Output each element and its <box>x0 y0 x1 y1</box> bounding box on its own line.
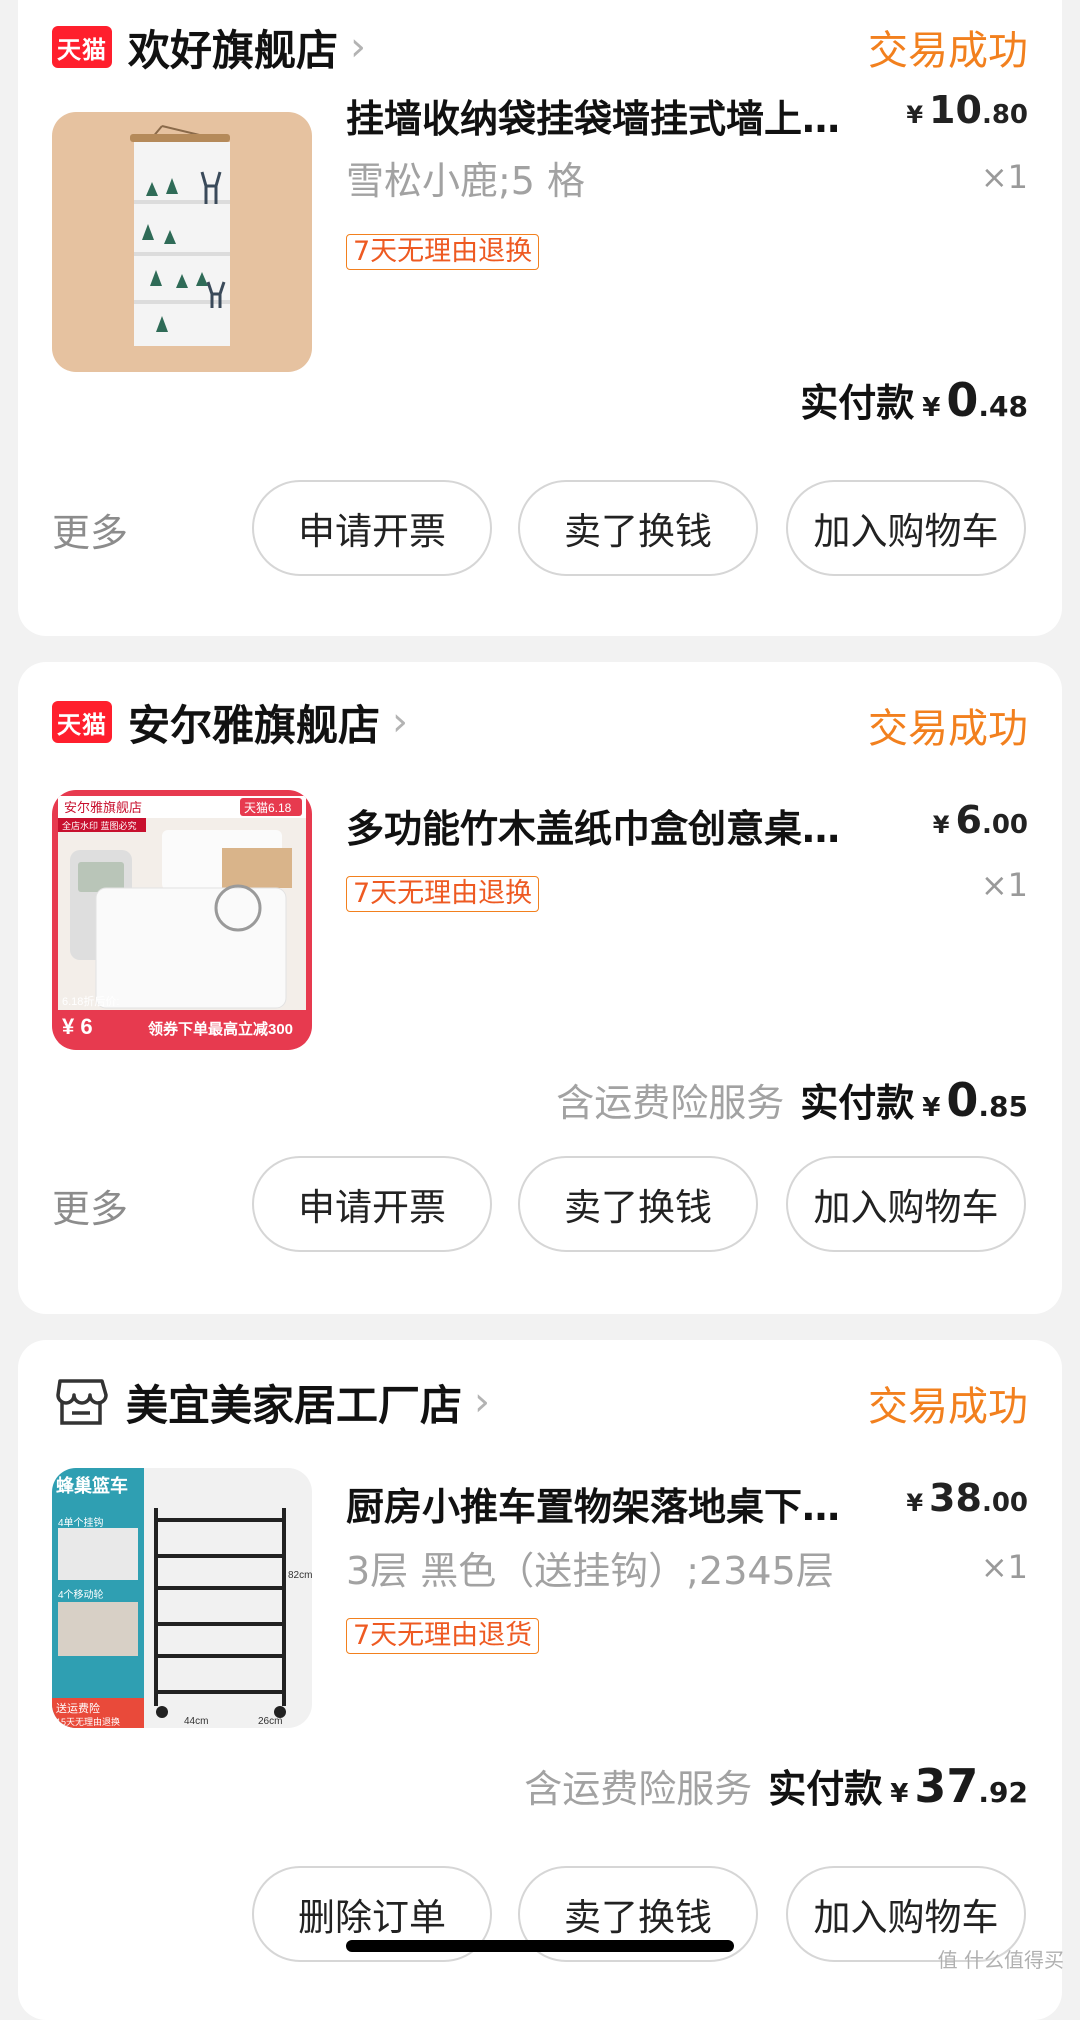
paid-currency: ¥ <box>922 1093 941 1123</box>
paid-integer: 0 <box>946 1073 979 1127</box>
thumb-dim-height: 82cm <box>288 1570 312 1581</box>
product-image[interactable]: 安尔雅旗舰店 天猫6.18 全店水印 蓝图必究 6.18折后价: ¥ 6 领券下… <box>52 790 312 1050</box>
paid-decimal: .48 <box>978 390 1028 423</box>
item-spec: 雪松小鹿;5 格 <box>346 159 586 203</box>
order-card-1: 天猫 欢好旗舰店 › 交易成功 挂墙收纳袋挂袋墙挂式墙上… ¥ 10.80 雪松… <box>18 0 1062 636</box>
store-name[interactable]: 美宜美家居工厂店 <box>126 1372 462 1433</box>
thumb-wheels-text: 4个移动轮 <box>58 1588 104 1601</box>
item-quantity: ×1 <box>980 866 1028 904</box>
price-decimal: .00 <box>981 810 1028 840</box>
item-title[interactable]: 挂墙收纳袋挂袋墙挂式墙上… <box>346 88 886 143</box>
thumb-dim-width: 44cm <box>184 1716 208 1727</box>
add-to-cart-button[interactable]: 加入购物车 <box>786 1156 1026 1252</box>
more-link[interactable]: 更多 <box>52 502 128 557</box>
paid-label: 实付款 <box>800 381 915 425</box>
paid-decimal: .92 <box>978 1776 1028 1809</box>
home-indicator[interactable] <box>346 1940 734 1952</box>
currency-symbol: ¥ <box>932 811 950 839</box>
paid-currency: ¥ <box>890 1779 909 1809</box>
chevron-right-icon: › <box>350 24 367 70</box>
store-row[interactable]: 天猫 安尔雅旗舰店 › <box>52 692 408 752</box>
thumb-ship-text: 送运费险 <box>56 1701 100 1715</box>
thumb-dim-depth: 26cm <box>258 1716 282 1727</box>
item-price: ¥10.80 <box>906 88 1028 132</box>
order-status: 交易成功 <box>868 706 1028 752</box>
chevron-right-icon: › <box>474 1379 491 1425</box>
resell-button[interactable]: 卖了换钱 <box>518 1156 758 1252</box>
store-row[interactable]: 天猫 欢好旗舰店 › <box>52 17 366 77</box>
chevron-right-icon: › <box>392 699 409 745</box>
item-quantity: ×1 <box>980 158 1028 196</box>
paid-amount-row: 实付款 ¥ 0 .48 <box>800 372 1028 427</box>
item-title[interactable]: 多功能竹木盖纸巾盒创意桌… <box>346 798 886 853</box>
item-spec: 3层 黑色（送挂钩）;2345层 <box>346 1549 834 1593</box>
price-integer: 10 <box>929 88 982 132</box>
order-status: 交易成功 <box>868 1384 1028 1430</box>
thumb-banner-text: 领券下单最高立减300 <box>147 1020 293 1038</box>
more-link[interactable]: 更多 <box>52 1178 128 1233</box>
return-policy-tag: 7天无理由退货 <box>346 1618 540 1654</box>
thumb-promo-text: 全店水印 蓝图必究 <box>62 820 137 831</box>
add-to-cart-button[interactable]: 加入购物车 <box>786 480 1026 576</box>
paid-decimal: .85 <box>978 1090 1028 1123</box>
thumb-after-label: 6.18折后价: <box>62 994 119 1008</box>
item-price: ¥6.00 <box>933 798 1028 842</box>
thumb-after-price: ¥ 6 <box>62 1014 93 1039</box>
currency-symbol: ¥ <box>906 1489 924 1517</box>
shipping-insurance-label: 含运费险服务 <box>556 1081 785 1125</box>
invoice-button[interactable]: 申请开票 <box>252 1156 492 1252</box>
item-quantity: ×1 <box>980 1548 1028 1586</box>
thumb-store-text: 安尔雅旗舰店 <box>64 800 142 815</box>
thumb-refund-text: 15天无理由退换 <box>56 1716 120 1727</box>
order-card-3: 美宜美家居工厂店 › 交易成功 蜂巢篮车 4单个挂钩 4个移动轮 送运费险 15… <box>18 1340 1062 2020</box>
price-decimal: .80 <box>981 100 1028 130</box>
product-image[interactable] <box>52 112 312 372</box>
thumb-badge-text: 天猫6.18 <box>244 801 292 815</box>
currency-symbol: ¥ <box>906 101 924 129</box>
tmall-logo-icon: 天猫 <box>52 26 112 68</box>
return-policy-tag: 7天无理由退换 <box>346 876 540 912</box>
store-name[interactable]: 欢好旗舰店 <box>128 17 338 78</box>
paid-label: 实付款 <box>800 1081 915 1125</box>
resell-button[interactable]: 卖了换钱 <box>518 480 758 576</box>
item-price: ¥38.00 <box>906 1476 1028 1520</box>
store-name[interactable]: 安尔雅旗舰店 <box>128 692 380 753</box>
thumb-hooks-text: 4单个挂钩 <box>58 1516 104 1529</box>
paid-currency: ¥ <box>922 393 941 423</box>
item-title[interactable]: 厨房小推车置物架落地桌下… <box>346 1476 886 1531</box>
return-policy-tag: 7天无理由退换 <box>346 234 540 270</box>
paid-integer: 37 <box>914 1759 979 1813</box>
order-card-2: 天猫 安尔雅旗舰店 › 交易成功 安尔雅旗舰店 天猫6.18 全店水印 蓝图必究… <box>18 662 1062 1314</box>
watermark: 值 什么值得买 <box>937 1948 1064 1972</box>
paid-integer: 0 <box>946 373 979 427</box>
price-integer: 6 <box>955 798 982 842</box>
price-decimal: .00 <box>981 1488 1028 1518</box>
product-image[interactable]: 蜂巢篮车 4单个挂钩 4个移动轮 送运费险 15天无理由退换 44cm 26cm… <box>52 1468 312 1728</box>
paid-amount-row: 含运费险服务 实付款 ¥ 37 .92 <box>524 1758 1028 1813</box>
store-row[interactable]: 美宜美家居工厂店 › <box>52 1372 490 1432</box>
price-integer: 38 <box>929 1476 982 1520</box>
shop-icon <box>52 1373 110 1431</box>
paid-amount-row: 含运费险服务 实付款 ¥ 0 .85 <box>556 1072 1028 1127</box>
paid-label: 实付款 <box>768 1767 883 1811</box>
thumb-top-text: 蜂巢篮车 <box>56 1475 128 1496</box>
tmall-logo-icon: 天猫 <box>52 701 112 743</box>
invoice-button[interactable]: 申请开票 <box>252 480 492 576</box>
shipping-insurance-label: 含运费险服务 <box>524 1767 753 1811</box>
order-status: 交易成功 <box>868 28 1028 74</box>
